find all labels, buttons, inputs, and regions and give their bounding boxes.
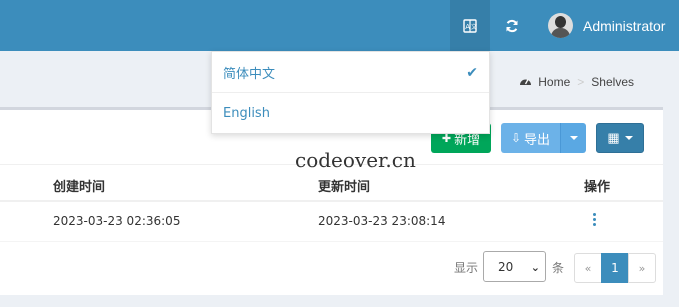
breadcrumb-home[interactable]: Home — [538, 75, 570, 89]
user-name: Administrator — [583, 17, 666, 34]
column-actions: 操作 — [584, 180, 611, 195]
columns-button[interactable]: ▦ — [596, 123, 644, 153]
prev-page-button[interactable]: « — [574, 253, 602, 283]
avatar — [548, 13, 573, 38]
row-actions-icon[interactable] — [593, 213, 597, 226]
caret-down-icon — [569, 136, 578, 140]
page-size-value: 20 — [498, 259, 514, 274]
columns-icon: ▦ — [607, 130, 620, 145]
page-size-label-prefix: 显示 — [454, 260, 479, 275]
translate-icon: A 文 — [463, 18, 477, 33]
download-icon: ⇩ — [510, 131, 522, 145]
column-created-time[interactable]: 创建时间 — [53, 176, 105, 195]
page-size-select[interactable]: 20 ⌄ — [483, 251, 546, 282]
page-size-label-suffix: 条 — [552, 260, 565, 275]
language-option-en[interactable]: English — [212, 93, 489, 134]
column-updated-time[interactable]: 更新时间 — [318, 176, 370, 195]
breadcrumb-current: Shelves — [591, 75, 634, 89]
check-icon: ✔ — [466, 65, 478, 81]
language-option-zh[interactable]: 简体中文 ✔ — [212, 52, 489, 93]
refresh-button[interactable] — [492, 0, 532, 51]
cell-updated-time: 2023-03-23 23:08:14 — [318, 214, 446, 228]
table-box: ✚ 新增 ⇩ 导出 ▦ 创建时间 更新时间 操作 2023-03-23 02:3… — [0, 107, 663, 295]
breadcrumb-separator: > — [577, 75, 585, 89]
export-button[interactable]: ⇩ 导出 — [501, 123, 560, 153]
watermark: codeover.cn — [295, 148, 416, 172]
svg-text:文: 文 — [471, 23, 477, 31]
export-dropdown-toggle[interactable] — [560, 123, 586, 153]
language-toggle-button[interactable]: A 文 — [450, 0, 490, 51]
top-navbar: A 文 Administrator — [0, 0, 679, 51]
table-row: 2023-03-23 02:36:05 2023-03-23 23:08:14 — [0, 202, 663, 242]
cell-created-time: 2023-03-23 02:36:05 — [53, 214, 181, 228]
svg-text:A: A — [465, 23, 470, 31]
refresh-icon — [506, 19, 518, 32]
dashboard-icon — [519, 75, 532, 89]
next-page-button[interactable]: » — [628, 253, 656, 283]
user-menu[interactable]: Administrator — [538, 0, 679, 51]
language-dropdown: 简体中文 ✔ English — [211, 51, 490, 134]
chevron-down-icon: ⌄ — [530, 261, 540, 274]
page-1-button[interactable]: 1 — [601, 253, 629, 283]
breadcrumb: Home > Shelves — [519, 75, 634, 89]
caret-down-icon — [624, 136, 633, 140]
export-button-label: 导出 — [524, 131, 551, 147]
